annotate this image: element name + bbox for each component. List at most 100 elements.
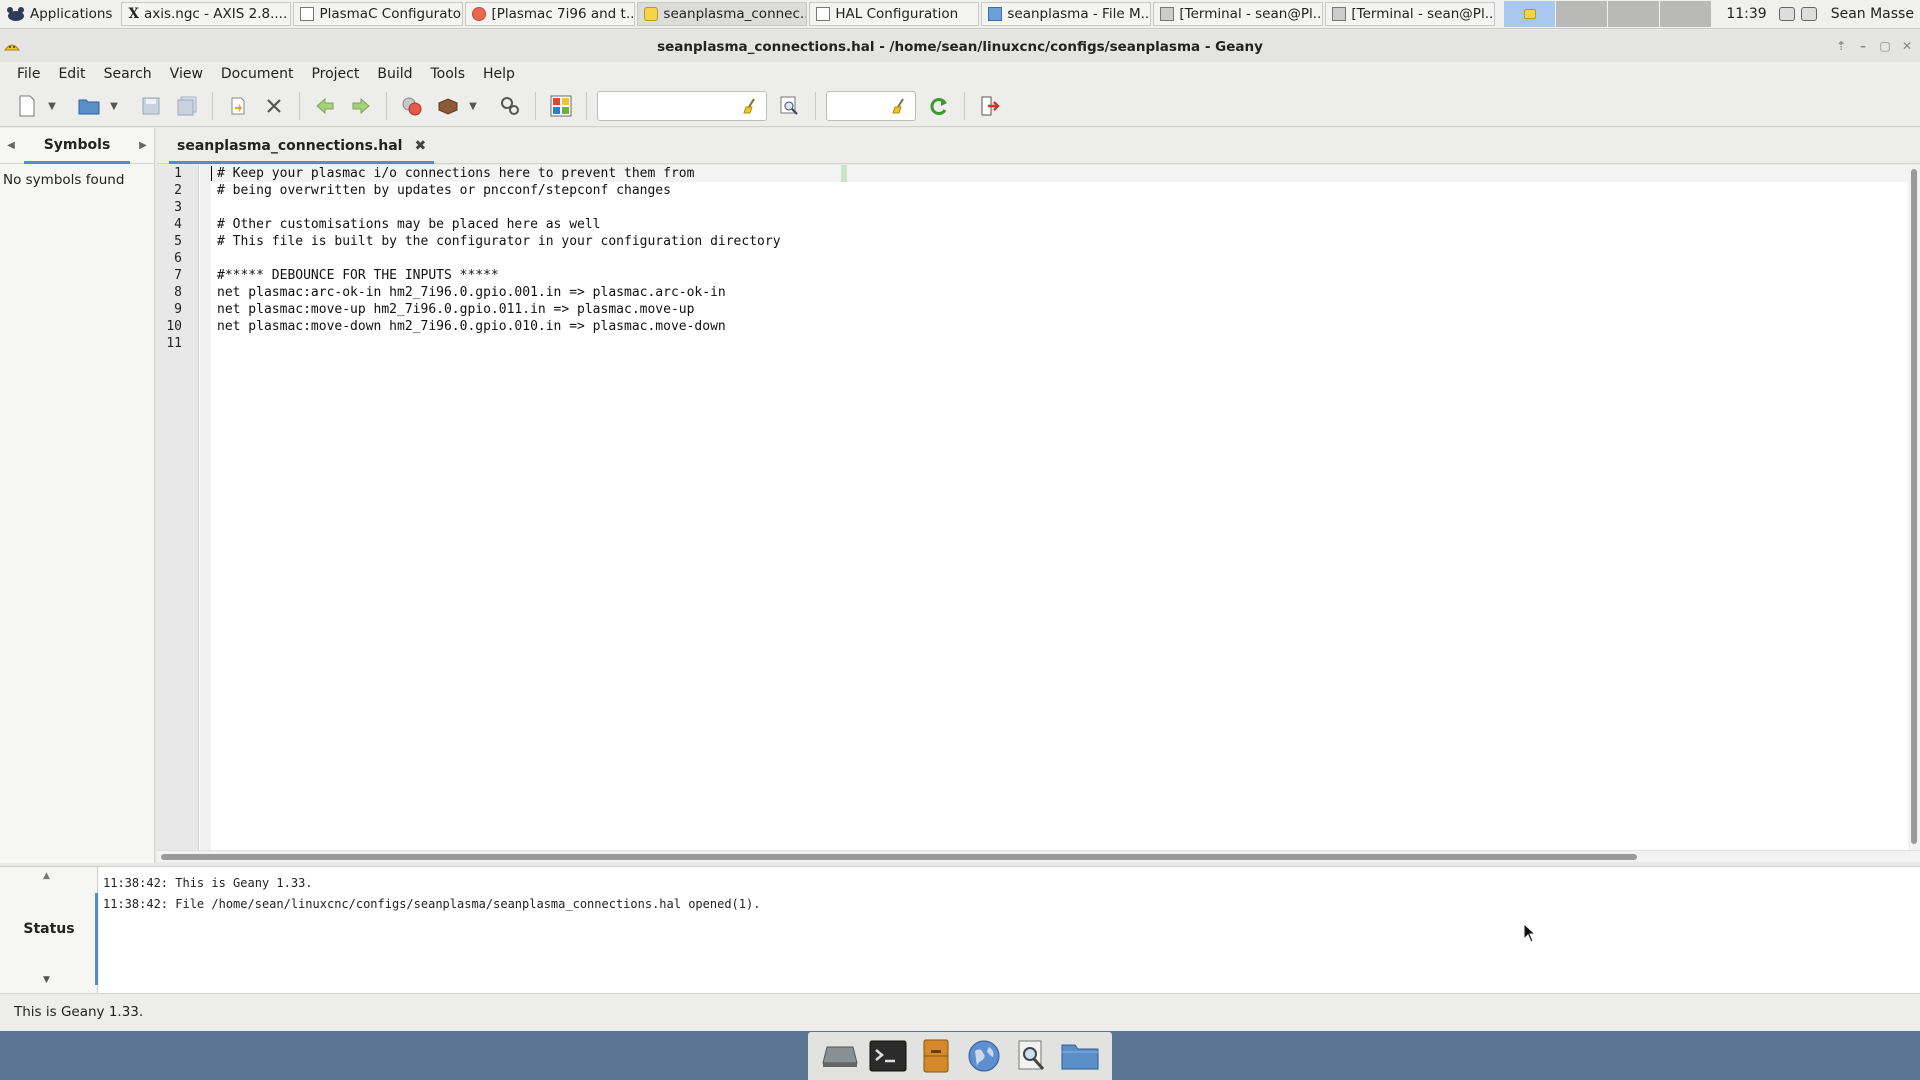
navigate-back-button[interactable] bbox=[310, 91, 340, 121]
close-file-button[interactable] bbox=[259, 91, 289, 121]
network-icon[interactable] bbox=[1778, 7, 1795, 21]
scrollbar-thumb[interactable] bbox=[161, 854, 1637, 860]
code-line[interactable]: net plasmac:move-down hm2_7i96.0.gpio.01… bbox=[211, 318, 1908, 335]
menu-build[interactable]: Build bbox=[368, 66, 421, 82]
taskbar-item-hal-configuration[interactable]: HAL Configuration bbox=[809, 2, 980, 26]
workspace-4[interactable] bbox=[1660, 1, 1713, 27]
code-line[interactable]: net plasmac:arc-ok-in hm2_7i96.0.gpio.00… bbox=[211, 284, 1908, 301]
status-bar-text: This is Geany 1.33. bbox=[14, 1004, 144, 1020]
code-text-area[interactable]: # Keep your plasmac i/o connections here… bbox=[211, 165, 1908, 850]
line-number: 6 bbox=[174, 251, 182, 266]
tab-status[interactable]: Status bbox=[0, 921, 98, 937]
toolbar-separator bbox=[815, 92, 816, 120]
dock-terminal[interactable] bbox=[869, 1038, 907, 1074]
status-log[interactable]: 11:38:42: This is Geany 1.33. 11:38:42: … bbox=[99, 867, 1920, 994]
shade-icon[interactable]: ⇡ bbox=[1834, 39, 1848, 53]
new-file-button[interactable] bbox=[12, 91, 42, 121]
build-button[interactable] bbox=[433, 91, 463, 121]
navigate-forward-button[interactable] bbox=[346, 91, 376, 121]
code-line[interactable]: # Other customisations may be placed her… bbox=[211, 216, 1908, 233]
tab-document[interactable]: seanplasma_connections.hal ✖ bbox=[167, 128, 436, 164]
recent-files-dropdown[interactable]: ▼ bbox=[106, 91, 122, 121]
tab-symbols[interactable]: Symbols bbox=[22, 128, 132, 164]
dock-web-browser[interactable] bbox=[965, 1038, 1003, 1074]
code-line[interactable] bbox=[211, 199, 1908, 216]
applications-menu-button[interactable]: Applications bbox=[0, 0, 120, 28]
menu-help[interactable]: Help bbox=[474, 66, 524, 82]
chevron-down-icon: ▼ bbox=[469, 100, 477, 112]
save-button[interactable] bbox=[136, 91, 166, 121]
taskbar-item-terminal-2[interactable]: [Terminal - sean@Pl... bbox=[1325, 2, 1496, 26]
code-line[interactable] bbox=[211, 250, 1908, 267]
taskbar-item-geany[interactable]: seanplasma_connec... bbox=[637, 2, 808, 26]
open-file-button[interactable] bbox=[74, 91, 104, 121]
menu-tools[interactable]: Tools bbox=[422, 66, 475, 82]
launcher-dock bbox=[808, 1032, 1112, 1080]
menu-search[interactable]: Search bbox=[95, 66, 161, 82]
color-chooser-button[interactable] bbox=[546, 91, 576, 121]
taskbar-item-terminal-1[interactable]: [Terminal - sean@Pl... bbox=[1153, 2, 1324, 26]
workspace-2[interactable] bbox=[1556, 1, 1609, 27]
dock-app-finder[interactable] bbox=[1013, 1038, 1051, 1074]
taskbar-item-browser[interactable]: [Plasmac 7i96 and t... bbox=[465, 2, 636, 26]
fold-margin[interactable] bbox=[200, 165, 211, 850]
taskbar-item-plasmac-configurator[interactable]: PlasmaC Configurator bbox=[293, 2, 464, 26]
vertical-scrollbar[interactable] bbox=[1908, 165, 1920, 850]
workspace-1[interactable] bbox=[1504, 1, 1557, 27]
find-button[interactable] bbox=[775, 91, 805, 121]
status-bar: This is Geany 1.33. bbox=[0, 993, 1920, 1030]
code-line[interactable]: #***** DEBOUNCE FOR THE INPUTS ***** bbox=[211, 267, 1908, 284]
compile-button[interactable] bbox=[397, 91, 427, 121]
log-line: 11:38:42: This is Geany 1.33. bbox=[103, 876, 313, 890]
line-number: 1 bbox=[174, 166, 182, 181]
chevron-left-icon[interactable]: ◀ bbox=[0, 140, 22, 151]
scrollbar-thumb[interactable] bbox=[1911, 169, 1917, 844]
code-line[interactable]: # Keep your plasmac i/o connections here… bbox=[211, 165, 1908, 182]
dock-folder[interactable] bbox=[1061, 1038, 1099, 1074]
minimize-icon[interactable]: – bbox=[1856, 39, 1870, 53]
terminal-icon bbox=[1160, 7, 1175, 21]
dock-show-desktop[interactable] bbox=[821, 1038, 859, 1074]
arrow-left-icon bbox=[316, 97, 334, 115]
find-broom-icon[interactable] bbox=[891, 97, 909, 115]
save-all-button[interactable] bbox=[172, 91, 202, 121]
user-menu[interactable]: Sean Masse bbox=[1825, 0, 1920, 28]
quit-button[interactable] bbox=[975, 91, 1005, 121]
goto-line-input[interactable] bbox=[826, 91, 916, 121]
execute-button[interactable] bbox=[495, 91, 525, 121]
find-broom-icon[interactable] bbox=[742, 97, 760, 115]
chevron-right-icon[interactable]: ▶ bbox=[132, 140, 154, 151]
taskbar-item-label: [Terminal - sean@Pl... bbox=[1179, 6, 1324, 22]
code-line[interactable]: # This file is built by the configurator… bbox=[211, 233, 1908, 250]
network-icon[interactable] bbox=[1800, 7, 1817, 21]
menu-project[interactable]: Project bbox=[302, 66, 368, 82]
close-tab-icon[interactable]: ✖ bbox=[414, 138, 426, 154]
clock[interactable]: 11:39 bbox=[1718, 0, 1774, 28]
search-input[interactable] bbox=[597, 91, 767, 121]
maximize-icon[interactable]: ▢ bbox=[1878, 39, 1892, 53]
geany-icon bbox=[644, 7, 659, 21]
close-icon[interactable]: ✕ bbox=[1900, 39, 1914, 53]
taskbar-item-file-manager[interactable]: seanplasma - File M... bbox=[981, 2, 1152, 26]
horizontal-scrollbar[interactable] bbox=[157, 850, 1920, 862]
dock-file-manager[interactable] bbox=[917, 1038, 955, 1074]
new-from-template-dropdown[interactable]: ▼ bbox=[44, 91, 60, 121]
code-editor[interactable]: 1 2 3 4 5 6 7 8 9 10 11 # Keep your plas… bbox=[157, 165, 1920, 850]
code-line[interactable] bbox=[211, 335, 1908, 352]
menu-file[interactable]: File bbox=[8, 66, 49, 82]
goto-line-button[interactable] bbox=[924, 91, 954, 121]
workspace-3[interactable] bbox=[1608, 1, 1661, 27]
build-options-dropdown[interactable]: ▼ bbox=[465, 91, 481, 121]
menu-view[interactable]: View bbox=[161, 66, 212, 82]
chevron-up-icon[interactable]: ▲ bbox=[43, 871, 50, 881]
revert-button[interactable] bbox=[223, 91, 253, 121]
code-line[interactable]: net plasmac:move-up hm2_7i96.0.gpio.011.… bbox=[211, 301, 1908, 318]
menu-document[interactable]: Document bbox=[212, 66, 303, 82]
menu-edit[interactable]: Edit bbox=[49, 66, 94, 82]
line-number: 8 bbox=[174, 285, 182, 300]
sidebar: ◀ Symbols ▶ No symbols found bbox=[0, 128, 155, 863]
toolbar-separator bbox=[964, 92, 965, 120]
chevron-down-icon[interactable]: ▼ bbox=[43, 975, 50, 985]
code-line[interactable]: # being overwritten by updates or pnccon… bbox=[211, 182, 1908, 199]
taskbar-item-axis[interactable]: X axis.ngc - AXIS 2.8.... bbox=[121, 2, 292, 26]
